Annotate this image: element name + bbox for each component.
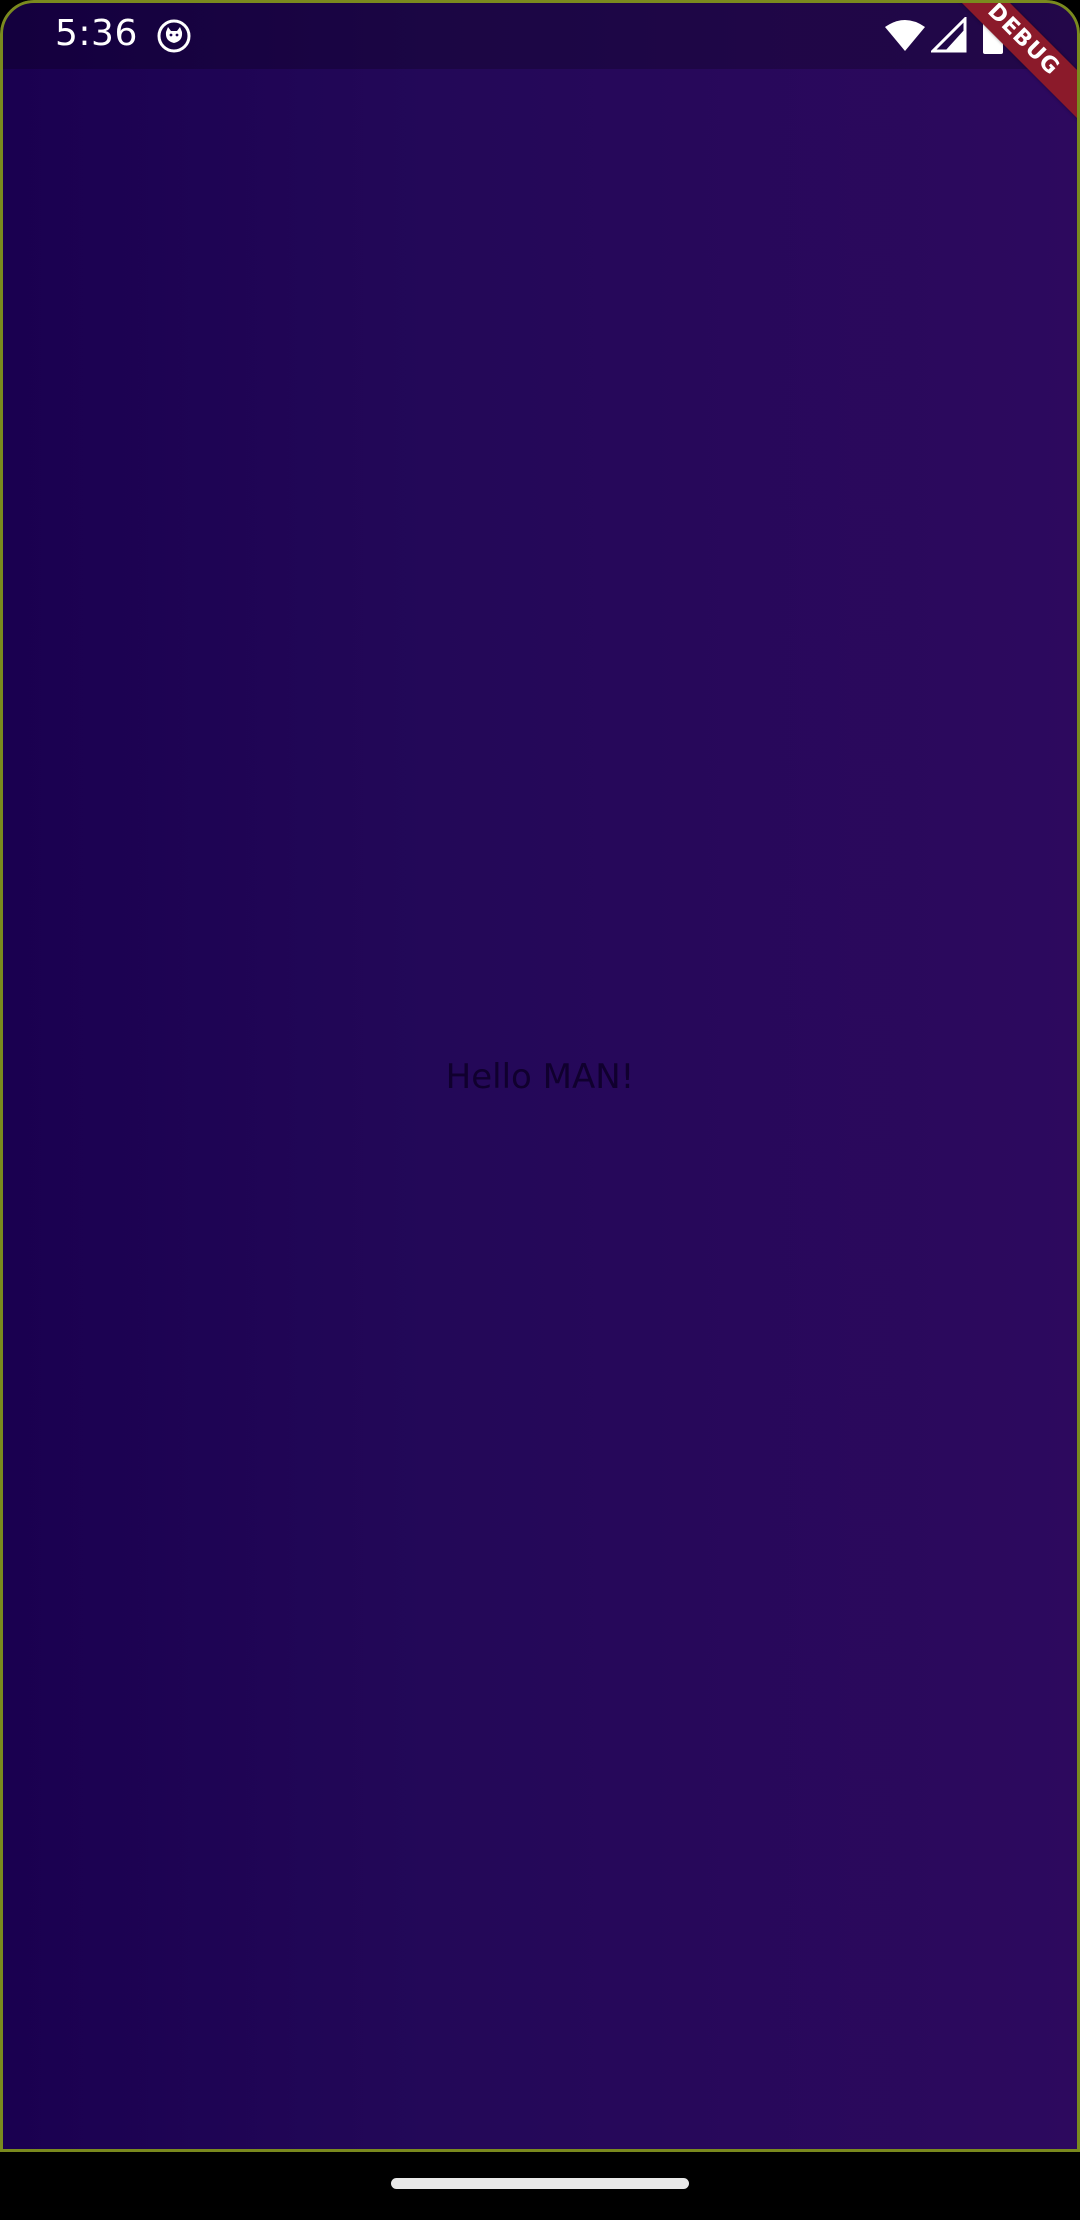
home-gesture-handle[interactable]	[391, 2178, 689, 2189]
greeting-text: Hello MAN!	[445, 1057, 635, 1097]
app-root: 5:36 DEBUG Hello MAN!	[0, 0, 1080, 2152]
notification-icon	[157, 19, 191, 53]
signal-icon	[931, 17, 967, 53]
status-bar: 5:36	[3, 3, 1077, 69]
navigation-bar	[0, 2152, 1080, 2220]
wifi-icon	[885, 20, 925, 51]
phone-screen: 5:36 DEBUG Hello MAN!	[0, 0, 1080, 2220]
status-clock: 5:36	[55, 13, 138, 54]
